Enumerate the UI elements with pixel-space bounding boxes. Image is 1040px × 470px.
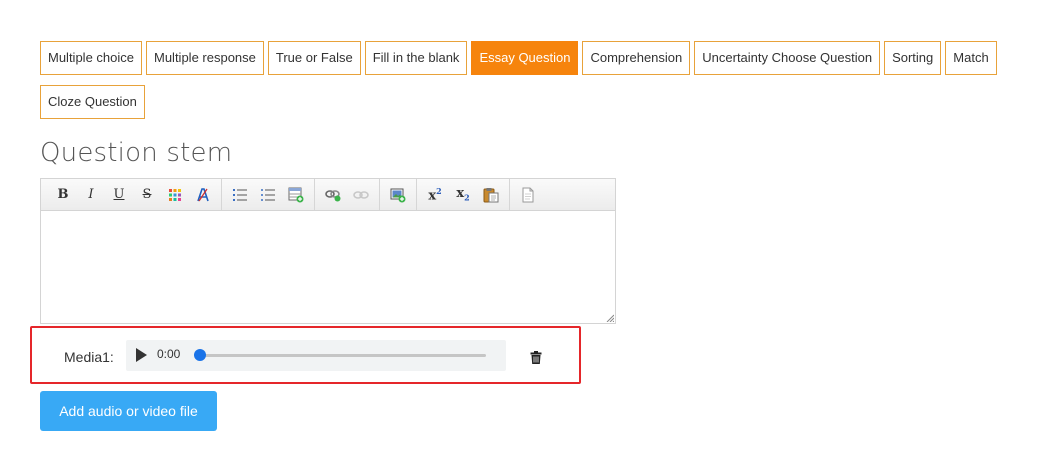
strikethrough-button[interactable]: S — [133, 184, 161, 206]
tab-essay-question[interactable]: Essay Question — [471, 41, 579, 75]
document-icon — [522, 187, 534, 202]
toolbar-group-source — [510, 179, 546, 210]
link-icon — [325, 189, 341, 201]
bold-button[interactable]: B — [49, 184, 77, 206]
unordered-list-button[interactable] — [254, 184, 282, 206]
superscript-button[interactable]: x2 — [421, 184, 449, 206]
text-color-button[interactable] — [161, 184, 189, 206]
toolbar-group-script: x2 x2 — [417, 179, 510, 210]
paste-button[interactable] — [477, 184, 505, 206]
insert-table-icon — [288, 187, 304, 202]
page-title: Question stem — [40, 138, 233, 168]
editor-content-area[interactable] — [41, 211, 615, 323]
clipboard-icon — [483, 187, 499, 202]
insert-link-button[interactable] — [319, 184, 347, 206]
source-button[interactable] — [514, 184, 542, 206]
italic-button[interactable]: I — [77, 184, 105, 206]
tab-true-or-false[interactable]: True or False — [267, 41, 361, 75]
underline-icon: U — [113, 187, 125, 202]
color-grid-icon — [169, 188, 181, 201]
tab-fill-in-the-blank[interactable]: Fill in the blank — [364, 41, 468, 75]
tab-multiple-choice[interactable]: Multiple choice — [40, 41, 142, 75]
subscript-icon: x2 — [456, 186, 470, 203]
audio-player[interactable]: 0:00 — [126, 340, 506, 371]
rich-text-editor: B I U S x2 x2 — [40, 178, 616, 324]
unlink-icon — [353, 190, 369, 199]
editor-toolbar: B I U S x2 x2 — [41, 179, 615, 211]
strikethrough-icon: S — [142, 187, 152, 202]
font-style-button[interactable] — [189, 184, 217, 206]
bold-icon: B — [57, 187, 69, 202]
toolbar-group-format: B I U S — [45, 179, 222, 210]
insert-table-button[interactable] — [282, 184, 310, 206]
ordered-list-button[interactable] — [226, 184, 254, 206]
media-label: Media1: — [64, 349, 114, 365]
tab-uncertainty-choose-question[interactable]: Uncertainty Choose Question — [694, 41, 881, 75]
play-icon[interactable] — [136, 348, 147, 362]
underline-button[interactable]: U — [105, 184, 133, 206]
insert-image-icon — [390, 188, 406, 202]
unlink-button[interactable] — [347, 184, 375, 206]
media-item: Media1: 0:00 — [30, 326, 581, 384]
tab-match[interactable]: Match — [945, 41, 997, 75]
superscript-icon: x2 — [428, 185, 442, 204]
audio-time: 0:00 — [157, 347, 181, 361]
insert-image-button[interactable] — [384, 184, 412, 206]
ordered-list-icon — [233, 188, 247, 201]
resize-handle-icon[interactable] — [606, 314, 614, 322]
add-media-button[interactable]: Add audio or video file — [40, 391, 217, 431]
audio-progress-knob[interactable] — [194, 349, 206, 361]
question-type-tabs: Multiple choice Multiple response True o… — [40, 41, 1030, 129]
font-style-icon — [197, 187, 209, 201]
toolbar-group-list — [222, 179, 315, 210]
unordered-list-icon — [261, 188, 275, 201]
tab-sorting[interactable]: Sorting — [884, 41, 942, 75]
toolbar-group-link — [315, 179, 380, 210]
tab-multiple-response[interactable]: Multiple response — [146, 41, 264, 75]
subscript-button[interactable]: x2 — [449, 184, 477, 206]
tab-cloze-question[interactable]: Cloze Question — [40, 85, 145, 119]
italic-icon: I — [88, 187, 94, 202]
audio-progress-track[interactable] — [200, 354, 486, 357]
trash-icon[interactable] — [530, 351, 542, 364]
tab-comprehension[interactable]: Comprehension — [582, 41, 691, 75]
toolbar-group-image — [380, 179, 417, 210]
